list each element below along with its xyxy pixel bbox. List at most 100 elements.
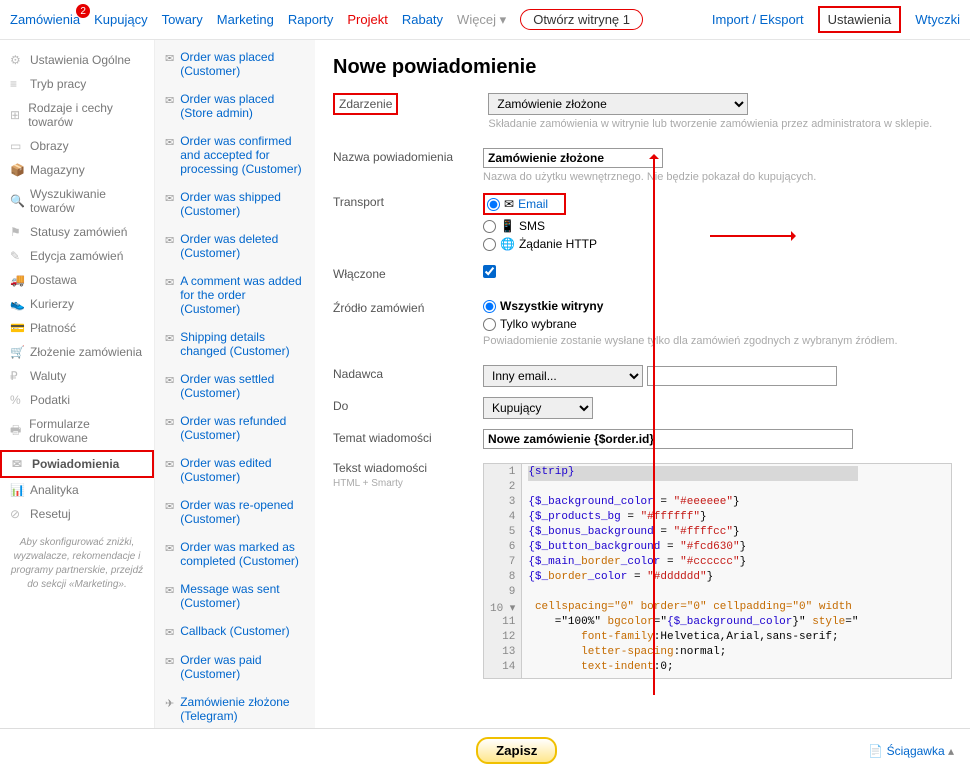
notification-list-item[interactable]: ✉Order was placed (Store admin) bbox=[155, 88, 315, 130]
source-all-radio[interactable] bbox=[483, 300, 496, 313]
sidebar-item[interactable]: ▭Obrazy bbox=[0, 134, 154, 158]
source-selected-radio[interactable] bbox=[483, 318, 496, 331]
nav-plugins[interactable]: Wtyczki bbox=[915, 12, 960, 27]
notification-list-item[interactable]: ✉Order was settled (Customer) bbox=[155, 368, 315, 410]
transport-email-radio[interactable] bbox=[487, 198, 500, 211]
code-editor[interactable]: 12345678910 ▾11121314 {strip} {$_backgro… bbox=[483, 463, 952, 679]
sidebar-item[interactable]: ₽Waluty bbox=[0, 364, 154, 388]
globe-icon: 🌐 bbox=[500, 237, 515, 251]
nav-products[interactable]: Towary bbox=[162, 12, 203, 27]
source-help: Powiadomienie zostanie wysłane tylko dla… bbox=[483, 335, 952, 347]
nav-import-export[interactable]: Import / Eksport bbox=[712, 12, 804, 27]
sidebar-item[interactable]: 📊Analityka bbox=[0, 478, 154, 502]
sidebar-item[interactable]: 🚚Dostawa bbox=[0, 268, 154, 292]
notification-list-item[interactable]: ✉Order was paid (Customer) bbox=[155, 649, 315, 691]
notification-list-item[interactable]: ✉A comment was added for the order (Cust… bbox=[155, 270, 315, 326]
name-input[interactable] bbox=[483, 148, 663, 168]
sidebar-item[interactable]: ⊞ Rodzaje i cechy towarów bbox=[0, 96, 154, 134]
sidebar-item[interactable]: 👟Kurierzy bbox=[0, 292, 154, 316]
nav-buyers[interactable]: Kupujący bbox=[94, 12, 147, 27]
nav-orders[interactable]: Zamówienia 2 bbox=[10, 12, 80, 27]
notification-list-item[interactable]: ✉Order was re-opened (Customer) bbox=[155, 494, 315, 536]
nav-settings[interactable]: Ustawienia bbox=[818, 6, 902, 33]
envelope-icon: ✉ bbox=[165, 276, 174, 316]
sidebar-icon: 🚚 bbox=[10, 273, 24, 287]
sidebar-item[interactable]: ✉Powiadomienia bbox=[0, 450, 154, 478]
cheatsheet-link[interactable]: Ściągawka bbox=[868, 744, 954, 758]
sidebar-item[interactable]: ≡Tryb pracy bbox=[0, 72, 154, 96]
to-select[interactable]: Kupujący bbox=[483, 397, 593, 419]
sidebar-label: Podatki bbox=[30, 393, 70, 407]
body-label: Tekst wiadomości HTML + Smarty bbox=[333, 459, 483, 489]
sidebar-icon: ≡ bbox=[10, 77, 24, 91]
subject-input[interactable] bbox=[483, 429, 853, 449]
sidebar-icon: ⚙ bbox=[10, 53, 24, 67]
transport-sms-radio[interactable] bbox=[483, 220, 496, 233]
notification-list-item[interactable]: ✉Order was placed (Customer) bbox=[155, 46, 315, 88]
notification-list-item[interactable]: ✉Shipping details changed (Customer) bbox=[155, 326, 315, 368]
sidebar-icon: ✉ bbox=[12, 457, 26, 471]
event-help: Składanie zamówienia w witrynie lub twor… bbox=[488, 118, 952, 130]
nav-more[interactable]: Więcej ▾ bbox=[457, 12, 506, 28]
nav-reports[interactable]: Raporty bbox=[288, 12, 334, 27]
notifications-list: ✉Order was placed (Customer)✉Order was p… bbox=[155, 40, 315, 728]
notification-list-item[interactable]: ✉Order was confirmed and accepted for pr… bbox=[155, 130, 315, 186]
nav-project[interactable]: Projekt bbox=[347, 12, 387, 27]
notification-list-item[interactable]: ✉Callback (Customer) bbox=[155, 620, 315, 649]
envelope-icon: ✈ bbox=[165, 697, 174, 723]
sender-email-input[interactable] bbox=[647, 366, 837, 386]
sidebar-icon: 📊 bbox=[10, 483, 24, 497]
sidebar-item[interactable]: 🖶Formularze drukowane bbox=[0, 412, 154, 450]
sidebar-item[interactable]: ⚙Ustawienia Ogólne bbox=[0, 48, 154, 72]
envelope-icon: ✉ bbox=[165, 655, 174, 681]
sidebar-item[interactable]: 📦Magazyny bbox=[0, 158, 154, 182]
sidebar-icon: ⊘ bbox=[10, 507, 24, 521]
sidebar-item[interactable]: 🔍Wyszukiwanie towarów bbox=[0, 182, 154, 220]
sidebar-label: Waluty bbox=[30, 369, 66, 383]
envelope-icon: ✉ bbox=[165, 234, 174, 260]
notification-list-item[interactable]: ✉Order was marked as completed (Customer… bbox=[155, 536, 315, 578]
annotation-arrow-horizontal bbox=[710, 235, 795, 237]
sender-select[interactable]: Inny email... bbox=[483, 365, 643, 387]
envelope-icon: ✉ bbox=[165, 136, 174, 176]
sidebar-icon: 🔍 bbox=[10, 194, 24, 208]
sidebar-item[interactable]: ⚑Statusy zamówień bbox=[0, 220, 154, 244]
sidebar-icon: ⊞ bbox=[10, 108, 22, 122]
sidebar-icon: 📦 bbox=[10, 163, 24, 177]
sender-label: Nadawca bbox=[333, 365, 483, 381]
envelope-icon: ✉ bbox=[165, 192, 174, 218]
sidebar-icon: 👟 bbox=[10, 297, 24, 311]
notification-list-item[interactable]: ✉Order was refunded (Customer) bbox=[155, 410, 315, 452]
to-label: Do bbox=[333, 397, 483, 413]
sidebar-item[interactable]: 🛒Złożenie zamówienia bbox=[0, 340, 154, 364]
notification-list-item[interactable]: ✉Message was sent (Customer) bbox=[155, 578, 315, 620]
envelope-icon: ✉ bbox=[165, 584, 174, 610]
save-button[interactable]: Zapisz bbox=[476, 737, 557, 764]
notification-editor: Nowe powiadomienie Zdarzenie Zamówienie … bbox=[315, 40, 970, 728]
event-select[interactable]: Zamówienie złożone bbox=[488, 93, 748, 115]
envelope-icon: ✉ bbox=[165, 626, 174, 639]
notification-list-item[interactable]: ✉Order was shipped (Customer) bbox=[155, 186, 315, 228]
sidebar-item[interactable]: ✎Edycja zamówień bbox=[0, 244, 154, 268]
notification-list-item[interactable]: ✉Order was edited (Customer) bbox=[155, 452, 315, 494]
name-help: Nazwa do użytku wewnętrznego. Nie będzie… bbox=[483, 171, 952, 183]
sidebar-icon: ▭ bbox=[10, 139, 24, 153]
nav-discounts[interactable]: Rabaty bbox=[402, 12, 443, 27]
transport-http-radio[interactable] bbox=[483, 238, 496, 251]
sidebar-item[interactable]: 💳Płatność bbox=[0, 316, 154, 340]
open-site-button[interactable]: Otwórz witrynę 1 bbox=[520, 9, 643, 30]
notification-list-item[interactable]: ✈Zamówienie złożone (Telegram) bbox=[155, 691, 315, 728]
sidebar-item[interactable]: ⊘Resetuj bbox=[0, 502, 154, 526]
enabled-checkbox[interactable] bbox=[483, 265, 496, 278]
enabled-label: Włączone bbox=[333, 265, 483, 281]
notification-list-item[interactable]: ✉Order was deleted (Customer) bbox=[155, 228, 315, 270]
footer-bar: Zapisz Ściągawka bbox=[0, 728, 970, 772]
sidebar-label: Rodzaje i cechy towarów bbox=[28, 101, 144, 129]
settings-sidebar: ⚙Ustawienia Ogólne≡Tryb pracy ⊞ Rodzaje i … bbox=[0, 40, 155, 728]
envelope-icon: ✉ bbox=[165, 542, 174, 568]
envelope-icon: ✉ bbox=[165, 52, 174, 78]
sidebar-item[interactable]: %Podatki bbox=[0, 388, 154, 412]
annotation-arrow-vertical bbox=[653, 155, 655, 695]
nav-marketing[interactable]: Marketing bbox=[217, 12, 274, 27]
name-label: Nazwa powiadomienia bbox=[333, 148, 483, 164]
